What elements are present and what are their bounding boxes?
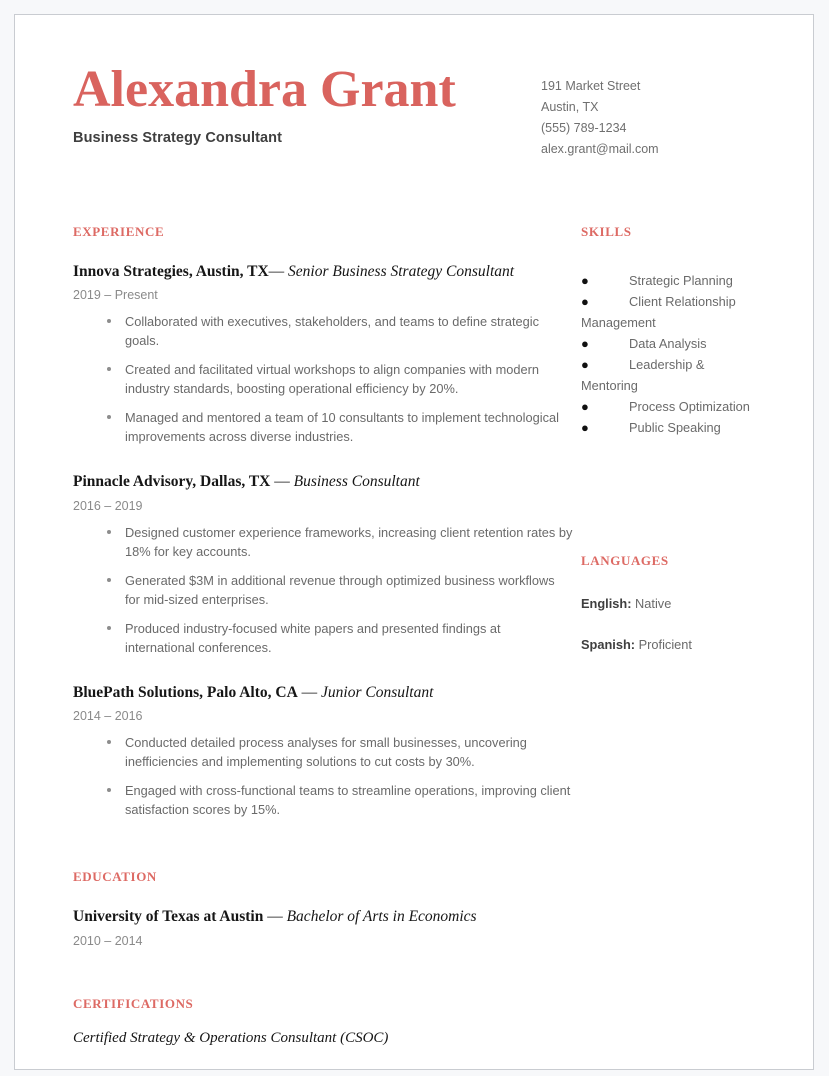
language-item: Spanish: Proficient (581, 636, 763, 654)
skill-item: ● Process Optimization (581, 396, 763, 417)
skill-item: ● Public Speaking (581, 417, 763, 438)
language-level: Native (635, 596, 672, 611)
education-entry: University of Texas at Austin — Bachelor… (73, 907, 573, 947)
skill-item: ● Client Relationship Management (581, 291, 763, 333)
education-heading: EDUCATION (73, 869, 157, 885)
education-section: EDUCATION University of Texas at Austin … (73, 869, 573, 947)
resume-body: EXPERIENCE Innova Strategies, Austin, TX… (73, 224, 763, 1047)
skill-item: ● Leadership & Mentoring (581, 354, 763, 396)
experience-bullet-list: Designed customer experience frameworks,… (73, 523, 573, 657)
certification-item: Certified Strategy & Operations Consulta… (73, 1029, 389, 1046)
experience-separator: — (268, 263, 289, 280)
experience-entry-title: Innova Strategies, Austin, TX— Senior Bu… (73, 262, 573, 281)
sidebar-column: SKILLS ● Strategic Planning ● Client Relat… (573, 224, 763, 1047)
resume-document: Alexandra Grant Business Strategy Consul… (14, 14, 814, 1070)
language-item: English: Native (581, 595, 763, 613)
contact-phone: (555) 789-1234 (541, 121, 627, 135)
skills-heading: SKILLS (581, 224, 632, 239)
experience-bullet: Engaged with cross-functional teams to s… (73, 781, 573, 819)
skill-bullet-icon: ● (581, 273, 589, 288)
contact-street: 191 Market Street (541, 79, 641, 93)
skill-label: Process Optimization (629, 399, 750, 414)
contact-city: Austin, TX (541, 100, 599, 114)
resume-header: Alexandra Grant Business Strategy Consul… (73, 63, 763, 160)
experience-entry: BluePath Solutions, Palo Alto, CA — Juni… (73, 683, 573, 819)
experience-bullet: Conducted detailed process analyses for … (73, 733, 573, 771)
experience-dates: 2019 – Present (73, 288, 158, 303)
experience-entry: Pinnacle Advisory, Dallas, TX — Business… (73, 472, 573, 656)
skill-item: ● Strategic Planning (581, 270, 763, 291)
skill-bullet-icon: ● (581, 420, 589, 435)
experience-role: Business Consultant (293, 473, 420, 491)
main-column: EXPERIENCE Innova Strategies, Austin, TX… (73, 224, 573, 1047)
experience-entry-title: BluePath Solutions, Palo Alto, CA — Juni… (73, 683, 573, 702)
skill-bullet-icon: ● (581, 336, 589, 351)
education-entry-title: University of Texas at Austin — Bachelor… (73, 907, 573, 926)
skill-label: Data Analysis (629, 336, 707, 351)
experience-organization: BluePath Solutions, Palo Alto, CA (73, 683, 298, 701)
experience-bullet: Collaborated with executives, stakeholde… (73, 312, 573, 350)
contact-email: alex.grant@mail.com (541, 142, 659, 156)
header-identity: Alexandra Grant Business Strategy Consul… (73, 63, 533, 146)
skill-bullet-icon: ● (581, 294, 589, 309)
candidate-title: Business Strategy Consultant (73, 130, 283, 147)
experience-separator: — (297, 683, 322, 701)
experience-organization: Pinnacle Advisory, Dallas, TX (73, 473, 271, 491)
experience-separator: — (270, 473, 294, 491)
skill-bullet-icon: ● (581, 357, 589, 372)
education-degree: Bachelor of Arts in Economics (286, 908, 477, 926)
skill-item: ● Data Analysis (581, 333, 763, 354)
education-separator: — (263, 908, 287, 926)
candidate-name: Alexandra Grant (73, 61, 456, 118)
skill-bullet-icon: ● (581, 399, 589, 414)
certifications-heading: CERTIFICATIONS (73, 995, 194, 1011)
experience-entry: Innova Strategies, Austin, TX— Senior Bu… (73, 262, 573, 446)
language-name: Spanish: (581, 637, 636, 652)
experience-dates: 2016 – 2019 (73, 498, 143, 513)
skill-label: Strategic Planning (629, 273, 733, 288)
education-dates: 2010 – 2014 (73, 933, 143, 948)
language-name: English: (581, 596, 632, 611)
skill-label: Public Speaking (629, 420, 721, 435)
experience-bullet-list: Conducted detailed process analyses for … (73, 733, 573, 819)
experience-heading: EXPERIENCE (73, 224, 165, 239)
experience-bullet-list: Collaborated with executives, stakeholde… (73, 312, 573, 446)
certifications-section: CERTIFICATIONS Certified Strategy & Oper… (73, 996, 573, 1047)
skills-list: ● Strategic Planning ● Client Relationship… (581, 270, 763, 438)
experience-organization: Innova Strategies, Austin, TX (73, 263, 269, 280)
experience-bullet: Designed customer experience frameworks,… (73, 523, 573, 561)
experience-bullet: Managed and mentored a team of 10 consul… (73, 408, 573, 446)
experience-role: Junior Consultant (321, 683, 434, 701)
experience-dates: 2014 – 2016 (73, 709, 143, 724)
experience-bullet: Generated $3M in additional revenue thro… (73, 571, 573, 609)
contact-block: 191 Market Street Austin, TX (555) 789-1… (533, 63, 763, 160)
skills-section: SKILLS ● Strategic Planning ● Client Relat… (581, 224, 763, 438)
experience-role: Senior Business Strategy Consultant (288, 263, 515, 280)
experience-entry-title: Pinnacle Advisory, Dallas, TX — Business… (73, 472, 573, 491)
languages-heading: LANGUAGES (581, 553, 669, 568)
experience-section: EXPERIENCE Innova Strategies, Austin, TX… (73, 224, 573, 819)
language-level: Proficient (638, 637, 692, 652)
education-institution: University of Texas at Austin (73, 908, 264, 926)
experience-bullet: Produced industry-focused white papers a… (73, 619, 573, 657)
resume-content: Alexandra Grant Business Strategy Consul… (73, 63, 763, 1047)
languages-section: LANGUAGES English: Native Spanish: Profi… (581, 553, 763, 654)
experience-bullet: Created and facilitated virtual workshop… (73, 360, 573, 398)
